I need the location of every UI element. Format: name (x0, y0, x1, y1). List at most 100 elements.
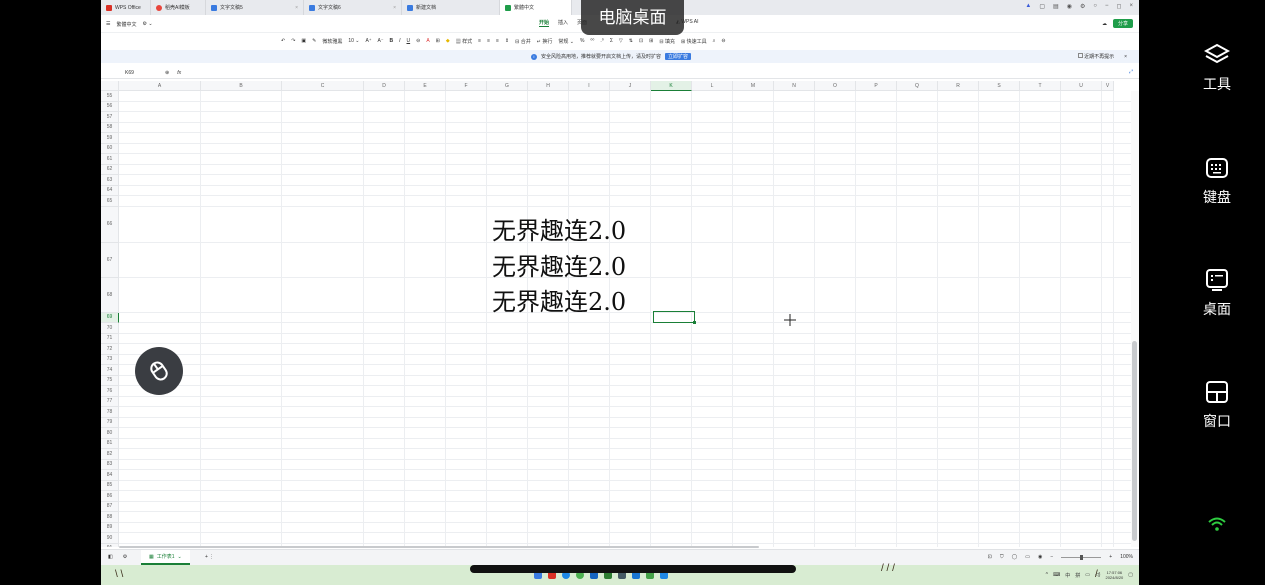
row-header-81[interactable]: 81 (101, 438, 119, 449)
normal-view-icon[interactable]: ◯ (1012, 554, 1018, 560)
column-header-f[interactable]: F (446, 81, 487, 91)
dont-show-checkbox[interactable]: 近期不再提示 (1077, 53, 1114, 60)
restore-icon[interactable]: ▢ (1039, 3, 1045, 10)
row-header-88[interactable]: 88 (101, 512, 119, 523)
column-header-t[interactable]: T (1020, 81, 1061, 91)
format-painter-icon[interactable]: ✎ (312, 38, 316, 45)
fx-icon[interactable]: fx (177, 69, 181, 78)
sheet-list-icon[interactable]: ◧ (108, 554, 113, 560)
tray-chevron-icon[interactable]: ^ (1046, 572, 1048, 578)
row-header-69[interactable]: 69 (101, 312, 119, 323)
ime-mode-icon[interactable]: 拼 (1075, 572, 1080, 579)
row-header-74[interactable]: 74 (101, 365, 119, 376)
zoom-in-icon[interactable]: + (1109, 554, 1112, 560)
row-header-64[interactable]: 64 (101, 185, 119, 196)
column-header-d[interactable]: D (364, 81, 405, 91)
row-header-61[interactable]: 61 (101, 154, 119, 165)
row-header-75[interactable]: 75 (101, 375, 119, 386)
align-center-icon[interactable]: ≡ (487, 38, 490, 45)
font-size-select[interactable]: 10 ⌄ (348, 38, 359, 45)
column-header-b[interactable]: B (201, 81, 282, 91)
row-header-70[interactable]: 70 (101, 323, 119, 334)
row-header-77[interactable]: 77 (101, 396, 119, 407)
tab-doc6[interactable]: 文字文稿6 × (304, 0, 402, 15)
tab-docer-ai[interactable]: 稻壳AI模板 (151, 0, 206, 15)
row-header-71[interactable]: 71 (101, 333, 119, 344)
close-window-icon[interactable]: × (1129, 3, 1133, 10)
more-icon[interactable]: ⊖ (721, 38, 725, 45)
eye-icon[interactable]: ◉ (1038, 554, 1042, 560)
zoom-slider[interactable] (1061, 554, 1102, 560)
row-header-65[interactable]: 65 (101, 196, 119, 207)
number-format-select[interactable]: 常规 ⌄ (558, 38, 574, 45)
row-header-56[interactable]: 56 (101, 101, 119, 112)
row-header-76[interactable]: 76 (101, 386, 119, 397)
hamburger-icon[interactable]: ☰ (106, 21, 110, 28)
strike-icon[interactable]: ⊖ (416, 38, 420, 45)
column-header-h[interactable]: H (528, 81, 569, 91)
row-header-62[interactable]: 62 (101, 164, 119, 175)
row-header-86[interactable]: 86 (101, 491, 119, 502)
cell-text[interactable]: 无界趣连2.0 (492, 247, 626, 282)
fill-handle[interactable] (693, 321, 696, 324)
keyboard-button[interactable]: 键盘 (1139, 155, 1265, 207)
row-header-85[interactable]: 85 (101, 480, 119, 491)
fill-button[interactable]: ⊡ (639, 38, 643, 45)
keyboard-tray-icon[interactable]: ⌨ (1053, 572, 1060, 578)
sheet-tab-active[interactable]: ▦ 工作表1 ⌄ (141, 550, 190, 565)
column-header-o[interactable]: O (815, 81, 856, 91)
wrap-button[interactable]: ↵ 换行 (537, 38, 553, 45)
spreadsheet-grid[interactable]: A B C D E F G H I J K L M N O P Q R S T U V 55 56 57 58 59 60 61 62 63… (101, 81, 1131, 547)
row-header-59[interactable]: 59 (101, 133, 119, 144)
share-button[interactable]: 分享 (1112, 19, 1133, 28)
row-header-66[interactable]: 66 (101, 206, 119, 243)
clock[interactable]: 17:57:06 2024/8/20 (1105, 570, 1123, 580)
ime-indicator[interactable]: 中 (1065, 572, 1070, 579)
scroll-thumb[interactable] (1132, 341, 1137, 541)
doc-settings-icon[interactable]: ⚙ ⌄ (143, 21, 153, 28)
display-icon[interactable]: ▭ (1085, 572, 1090, 578)
add-sheet-button[interactable]: + ⋮ (205, 554, 214, 560)
skin-icon[interactable]: ◉ (1067, 3, 1072, 10)
volume-icon[interactable]: ◁) (1095, 572, 1101, 578)
minimize-icon[interactable]: − (1105, 3, 1109, 10)
column-header-i[interactable]: I (569, 81, 610, 91)
select-all-corner[interactable] (101, 81, 119, 91)
row-header-82[interactable]: 82 (101, 449, 119, 460)
tab-wps-office[interactable]: WPS Office (101, 0, 151, 15)
thousands-icon[interactable]: ⁰⁰ (590, 38, 594, 45)
zoom-out-icon[interactable]: − (1050, 554, 1053, 560)
row-header-67[interactable]: 67 (101, 242, 119, 278)
chevron-down-icon[interactable]: ⌄ (178, 554, 182, 560)
align-right-icon[interactable]: ≡ (496, 38, 499, 45)
styles-button[interactable]: ▦ 样式 (456, 38, 472, 45)
menu-insert[interactable]: 插入 (558, 19, 568, 27)
column-header-l[interactable]: L (692, 81, 733, 91)
fill-series-button[interactable]: ⊟ 填充 (659, 38, 675, 45)
window-button[interactable]: 窗口 (1139, 379, 1265, 431)
settings-icon[interactable]: ⚙ (1080, 3, 1085, 10)
column-header-m[interactable]: M (733, 81, 774, 91)
expand-button[interactable]: 立即扩容 (665, 53, 692, 60)
row-header-90[interactable]: 90 (101, 533, 119, 544)
redo-icon[interactable]: ↷ (291, 38, 295, 45)
row-header-68[interactable]: 68 (101, 277, 119, 313)
vertical-scrollbar[interactable] (1131, 91, 1139, 547)
column-header-p[interactable]: P (856, 81, 897, 91)
column-header-j[interactable]: J (610, 81, 651, 91)
underline-icon[interactable]: U (407, 38, 411, 45)
cell-text[interactable]: 无界趣连2.0 (492, 282, 626, 317)
align-left-icon[interactable]: ≡ (478, 38, 481, 45)
tab-new-doc[interactable]: 新建文档 (402, 0, 500, 15)
sum-icon[interactable]: Σ (610, 38, 613, 45)
zoom-icon[interactable]: ⊕ (165, 69, 169, 78)
tab-doc5[interactable]: 文字文稿5 × (206, 0, 304, 15)
grow-font-icon[interactable]: A⁺ (366, 38, 372, 45)
column-header-k[interactable]: K (651, 81, 692, 91)
close-icon[interactable]: × (295, 5, 298, 11)
shrink-font-icon[interactable]: A⁻ (378, 38, 384, 45)
menu-icon[interactable]: ▤ (1053, 3, 1059, 10)
notification-icon[interactable]: ▢ (1128, 572, 1133, 578)
paste-icon[interactable]: ▣ (301, 38, 306, 45)
row-header-58[interactable]: 58 (101, 122, 119, 133)
